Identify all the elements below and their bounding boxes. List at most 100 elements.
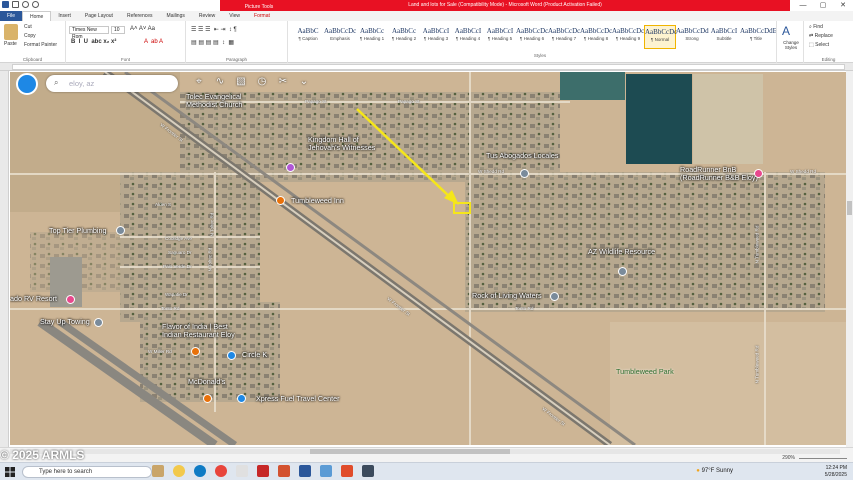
- style-item[interactable]: AaBbCcDc ¶ Heading 7: [548, 25, 580, 49]
- styles-label: Styles: [533, 53, 547, 58]
- pdf-icon[interactable]: [257, 465, 269, 477]
- replace-button[interactable]: ⇄ Replace: [809, 33, 833, 39]
- route-icon[interactable]: ∿: [214, 76, 226, 88]
- list-icons[interactable]: ☰ ☰ ☰ ⇤ ⇥ ↕ ¶: [191, 26, 237, 33]
- format-painter-button[interactable]: Format Painter: [24, 42, 57, 48]
- powerpoint-icon[interactable]: [278, 465, 290, 477]
- format-buttons[interactable]: B I U abc x₂ x²: [71, 39, 116, 45]
- style-item[interactable]: AaBbCc ¶ Heading 1: [356, 25, 388, 49]
- store-icon[interactable]: [236, 465, 248, 477]
- copy-button[interactable]: Copy: [24, 33, 36, 39]
- change-styles-button[interactable]: Change Styles: [779, 40, 803, 50]
- paste-button[interactable]: Paste: [4, 41, 17, 47]
- save-icon[interactable]: [12, 1, 19, 8]
- search-icon: ⌕: [54, 78, 59, 87]
- chevron-down-icon[interactable]: ⌄: [298, 76, 310, 88]
- cut-button[interactable]: Cut: [24, 24, 32, 30]
- change-styles-icon[interactable]: A: [782, 24, 790, 38]
- place-pin-icon[interactable]: [94, 318, 103, 327]
- tab-format[interactable]: Format: [247, 11, 277, 21]
- street-label: W Shedd Rd: [790, 169, 817, 174]
- hscroll-thumb[interactable]: [310, 449, 510, 454]
- tab-home[interactable]: Home: [22, 10, 52, 22]
- style-item[interactable]: AaBbCcDc ¶ Heading 8: [580, 25, 612, 49]
- style-item[interactable]: AaBbCcI ¶ Heading 4: [452, 25, 484, 49]
- place-pin-icon[interactable]: [116, 226, 125, 235]
- style-item[interactable]: AaBbCcDc ¶ Heading 9: [612, 25, 644, 49]
- tab-insert[interactable]: Insert: [51, 11, 78, 21]
- style-item[interactable]: AaBbCcI ¶ Heading 3: [420, 25, 452, 49]
- map-search-bar[interactable]: ⌕ eloy, az: [46, 75, 178, 92]
- maximize-button[interactable]: ▢: [813, 0, 833, 11]
- taskbar-search-input[interactable]: Type here to search: [22, 466, 152, 478]
- place-pin-icon[interactable]: [550, 292, 559, 301]
- word-icon[interactable]: [299, 465, 311, 477]
- windows-start-icon[interactable]: [5, 467, 15, 477]
- tab-file[interactable]: File: [0, 11, 22, 21]
- paste-icon[interactable]: [4, 24, 18, 40]
- font-color-icon[interactable]: A ab A: [144, 39, 163, 45]
- app-thumbnail-icon[interactable]: [152, 465, 164, 477]
- style-item[interactable]: AaBbCcDc Emphasis: [324, 25, 356, 49]
- paragraph-label: Paragraph: [225, 57, 247, 62]
- align-icons[interactable]: ▤ ▤ ▤ ▤ ↕ ▦: [191, 39, 234, 46]
- grow-font-icon[interactable]: A˄ A˅ Aa: [130, 26, 155, 32]
- tab-review[interactable]: Review: [192, 11, 222, 21]
- brave-icon[interactable]: [341, 465, 353, 477]
- font-label: Font: [120, 57, 130, 62]
- vertical-scrollbar[interactable]: [846, 71, 853, 447]
- font-name-select[interactable]: Times New Rom: [69, 26, 109, 40]
- place-pin-icon[interactable]: [618, 267, 627, 276]
- weather-widget[interactable]: ● 97°F Sunny: [696, 468, 733, 474]
- scroll-thumb[interactable]: [847, 201, 852, 215]
- style-name: Subtitle: [716, 36, 732, 41]
- place-pin-icon[interactable]: [754, 169, 763, 178]
- map-image[interactable]: ⌕ eloy, az ⌖ ∿ ▧ ◷ ✂ ⌄ Tolec Evangelical…: [10, 72, 846, 445]
- find-button[interactable]: ⌕ Find: [809, 24, 823, 30]
- font-size-select[interactable]: 10: [111, 26, 125, 34]
- style-item[interactable]: AaBbCc ¶ Heading 2: [388, 25, 420, 49]
- style-item[interactable]: AaBbCcI Subtitle: [708, 25, 740, 49]
- edge-icon[interactable]: [194, 465, 206, 477]
- place-pin-icon[interactable]: [227, 351, 236, 360]
- tab-view[interactable]: View: [222, 11, 247, 21]
- style-item[interactable]: AaBbCcDd Strong: [676, 25, 709, 49]
- style-name: ¶ Normal: [650, 37, 670, 42]
- tab-references[interactable]: References: [120, 11, 160, 21]
- select-button[interactable]: ⬚ Select: [809, 42, 829, 48]
- place-pin-icon[interactable]: [276, 196, 285, 205]
- zoom-level[interactable]: 290%: [782, 455, 795, 461]
- horizontal-scrollbar[interactable]: [10, 449, 840, 454]
- file-explorer-icon[interactable]: [173, 465, 185, 477]
- place-pin-icon[interactable]: [66, 295, 75, 304]
- place-pin-icon[interactable]: [191, 347, 200, 356]
- photos-icon[interactable]: [320, 465, 332, 477]
- undo-icon[interactable]: [22, 1, 29, 8]
- street-label: N Toltec Rd: [209, 212, 215, 237]
- map-search-input[interactable]: eloy, az: [69, 79, 94, 88]
- zoom-slider[interactable]: [799, 458, 847, 459]
- style-item[interactable]: AaBbC ¶ Caption: [292, 25, 324, 49]
- style-item[interactable]: AaBbCcI ¶ Heading 5: [484, 25, 516, 49]
- tools-icon[interactable]: ✂: [277, 76, 289, 88]
- taskbar-apps: [152, 465, 374, 477]
- place-pin-icon[interactable]: [203, 394, 212, 403]
- app-icon[interactable]: [362, 465, 374, 477]
- style-name: ¶ Heading 1: [359, 36, 385, 41]
- redo-icon[interactable]: [32, 1, 39, 8]
- style-item[interactable]: AaBbCcDdE ¶ Title: [740, 25, 777, 49]
- tab-page-layout[interactable]: Page Layout: [78, 11, 120, 21]
- place-pin-icon[interactable]: [520, 169, 529, 178]
- style-item[interactable]: AaBbCcDc ¶ Normal: [644, 25, 677, 49]
- close-button[interactable]: ✕: [833, 0, 853, 11]
- history-icon[interactable]: ◷: [256, 76, 268, 88]
- place-pin-icon[interactable]: [237, 394, 246, 403]
- system-clock[interactable]: 12:24 PM 5/28/2025: [825, 465, 847, 478]
- layers-icon[interactable]: ▧: [235, 76, 247, 88]
- tab-mailings[interactable]: Mailings: [160, 11, 192, 21]
- minimize-button[interactable]: —: [793, 0, 813, 11]
- style-item[interactable]: AaBbCcDc ¶ Heading 6: [516, 25, 548, 49]
- place-pin-icon[interactable]: [286, 163, 295, 172]
- chrome-icon[interactable]: [215, 465, 227, 477]
- pin-icon[interactable]: ⌖: [193, 76, 205, 88]
